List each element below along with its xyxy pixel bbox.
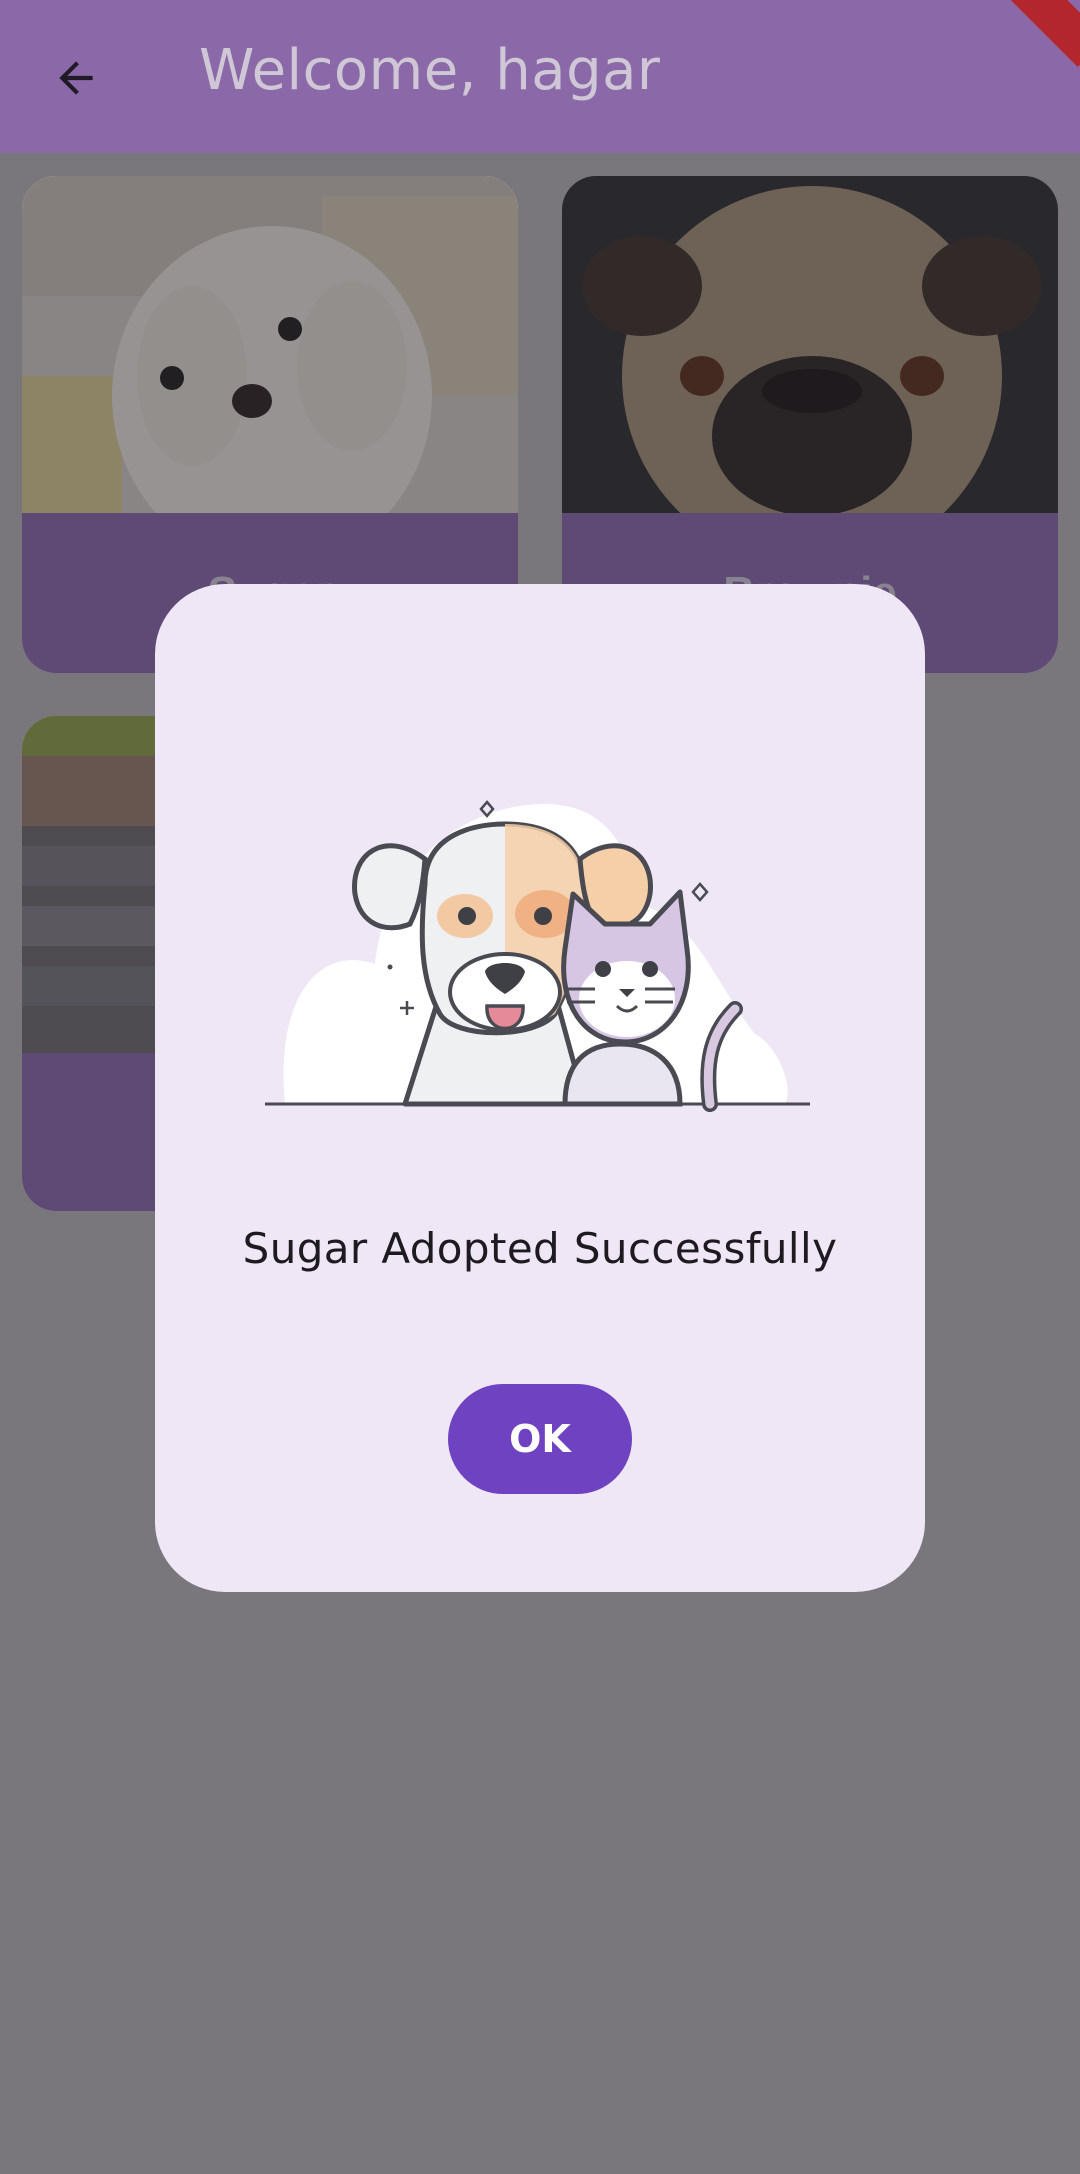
ok-button[interactable]: OK: [448, 1384, 632, 1494]
app-bar: Welcome, hagar: [0, 0, 1080, 153]
dog-and-cat-illustration: [265, 800, 810, 1112]
back-button[interactable]: [40, 42, 112, 114]
page-title: Welcome, hagar: [199, 38, 661, 103]
arrow-left-icon: [59, 61, 93, 95]
success-message: Sugar Adopted Successfully: [242, 1224, 838, 1273]
adoption-success-dialog: Sugar Adopted Successfully OK: [155, 584, 925, 1592]
debug-banner: [999, 0, 1080, 68]
